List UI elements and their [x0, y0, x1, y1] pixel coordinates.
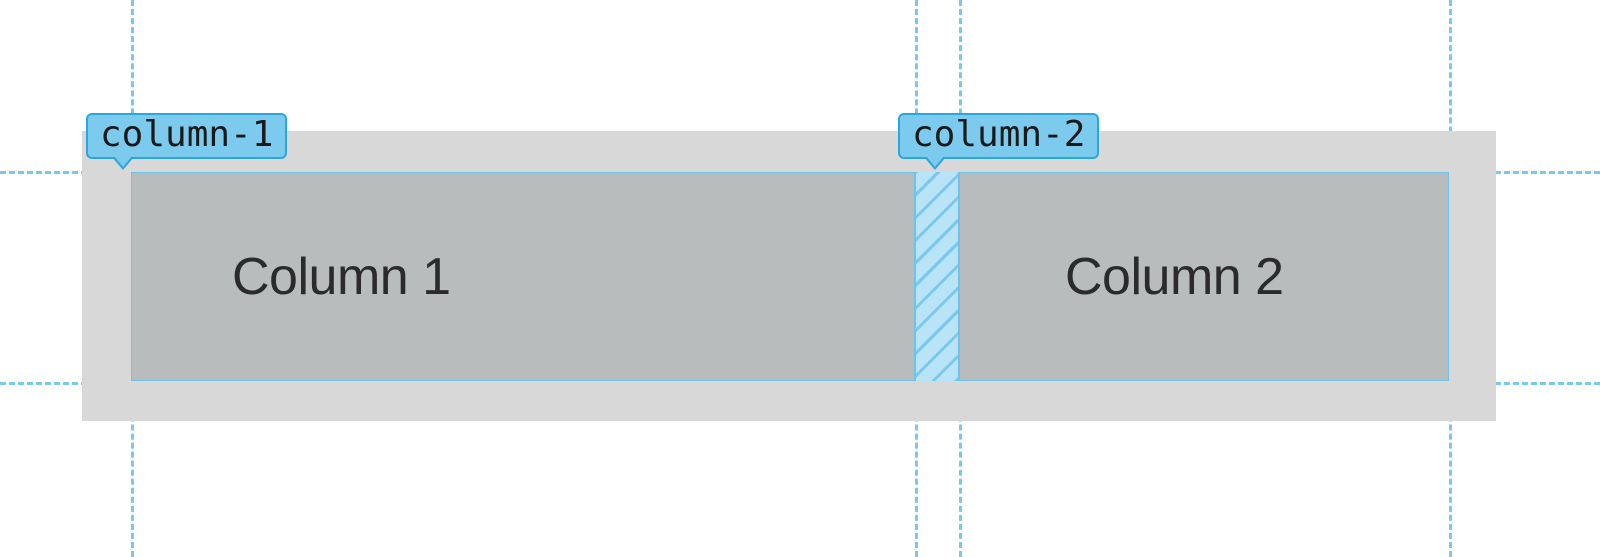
grid-column-2: Column 2: [959, 172, 1449, 381]
grid-track-name-badge-1: column-1: [86, 113, 287, 159]
grid-track-name-label: column-1: [100, 114, 273, 155]
grid-column-1-content-label: Column 1: [232, 247, 451, 307]
grid-column-1: Column 1: [131, 172, 915, 381]
grid-column-2-content-label: Column 2: [1065, 247, 1284, 307]
grid-track-name-badge-2: column-2: [898, 113, 1099, 159]
grid-track-name-label: column-2: [912, 114, 1085, 155]
grid-gap-overlay: [915, 172, 959, 381]
